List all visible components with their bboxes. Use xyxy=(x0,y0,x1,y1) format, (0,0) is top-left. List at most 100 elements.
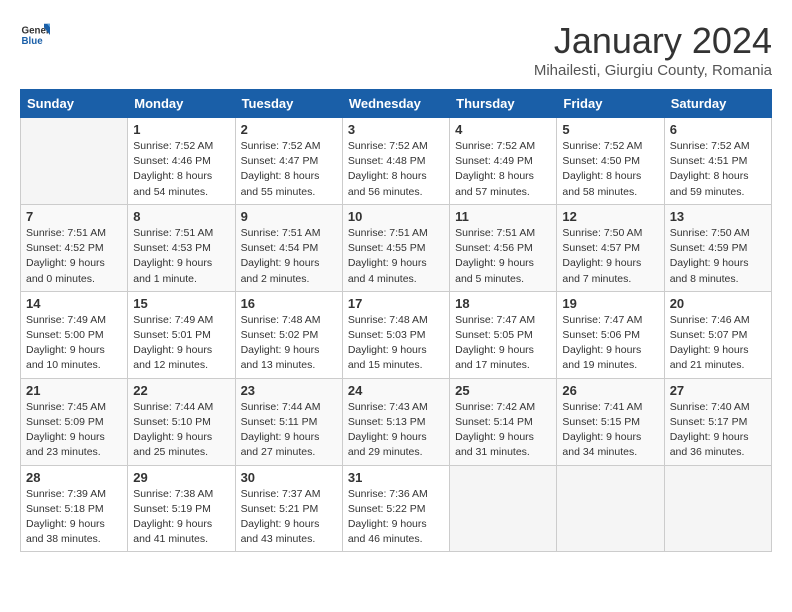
day-number: 25 xyxy=(455,383,551,398)
calendar-cell xyxy=(557,465,664,552)
calendar-cell: 10 Sunrise: 7:51 AM Sunset: 4:55 PM Dayli… xyxy=(342,204,449,291)
calendar-table: SundayMondayTuesdayWednesdayThursdayFrid… xyxy=(20,89,772,552)
logo: General Blue xyxy=(20,20,50,50)
day-number: 31 xyxy=(348,470,444,485)
day-info: Sunrise: 7:42 AM Sunset: 5:14 PM Dayligh… xyxy=(455,400,551,461)
day-number: 14 xyxy=(26,296,122,311)
page-header: General Blue January 2024 Mihailesti, Gi… xyxy=(20,20,772,79)
day-number: 26 xyxy=(562,383,658,398)
calendar-cell: 16Sunrise: 7:48 AM Sunset: 5:02 PM Dayli… xyxy=(235,291,342,378)
day-info: Sunrise: 7:52 AM Sunset: 4:50 PM Dayligh… xyxy=(562,139,658,200)
day-number: 3 xyxy=(348,122,444,137)
weekday-header: Wednesday xyxy=(342,90,449,118)
calendar-cell: 23 Sunrise: 7:44 AM Sunset: 5:11 PM Dayli… xyxy=(235,378,342,465)
calendar-cell: 24 Sunrise: 7:43 AM Sunset: 5:13 PM Dayli… xyxy=(342,378,449,465)
day-info: Sunrise: 7:44 AM Sunset: 5:11 PM Dayligh… xyxy=(241,400,337,461)
calendar-cell: 19 Sunrise: 7:47 AM Sunset: 5:06 PM Dayli… xyxy=(557,291,664,378)
day-number: 9 xyxy=(241,209,337,224)
day-number: 2 xyxy=(241,122,337,137)
calendar-cell: 31 Sunrise: 7:36 AM Sunset: 5:22 PM Dayli… xyxy=(342,465,449,552)
day-number: 11 xyxy=(455,209,551,224)
calendar-cell: 3 Sunrise: 7:52 AM Sunset: 4:48 PM Daylig… xyxy=(342,118,449,205)
month-title: January 2024 xyxy=(534,20,772,62)
day-number: 30 xyxy=(241,470,337,485)
day-number: 1 xyxy=(133,122,229,137)
weekday-header: Saturday xyxy=(664,90,771,118)
calendar-cell xyxy=(21,118,128,205)
day-info: Sunrise: 7:50 AM Sunset: 4:57 PM Dayligh… xyxy=(562,226,658,287)
day-info: Sunrise: 7:37 AM Sunset: 5:21 PM Dayligh… xyxy=(241,487,337,548)
day-number: 7 xyxy=(26,209,122,224)
day-info: Sunrise: 7:40 AM Sunset: 5:17 PM Dayligh… xyxy=(670,400,766,461)
day-info: Sunrise: 7:52 AM Sunset: 4:47 PM Dayligh… xyxy=(241,139,337,200)
day-number: 4 xyxy=(455,122,551,137)
svg-text:Blue: Blue xyxy=(22,36,44,47)
calendar-cell: 9Sunrise: 7:51 AM Sunset: 4:54 PM Daylig… xyxy=(235,204,342,291)
header-row: SundayMondayTuesdayWednesdayThursdayFrid… xyxy=(21,90,772,118)
day-info: Sunrise: 7:48 AM Sunset: 5:02 PM Dayligh… xyxy=(241,313,337,374)
calendar-cell: 18Sunrise: 7:47 AM Sunset: 5:05 PM Dayli… xyxy=(450,291,557,378)
day-number: 8 xyxy=(133,209,229,224)
day-number: 20 xyxy=(670,296,766,311)
day-info: Sunrise: 7:52 AM Sunset: 4:46 PM Dayligh… xyxy=(133,139,229,200)
calendar-cell: 7 Sunrise: 7:51 AM Sunset: 4:52 PM Daylig… xyxy=(21,204,128,291)
calendar-cell: 14 Sunrise: 7:49 AM Sunset: 5:00 PM Dayli… xyxy=(21,291,128,378)
logo-icon: General Blue xyxy=(20,20,50,50)
day-number: 17 xyxy=(348,296,444,311)
location-subtitle: Mihailesti, Giurgiu County, Romania xyxy=(534,62,772,79)
weekday-header: Tuesday xyxy=(235,90,342,118)
day-info: Sunrise: 7:46 AM Sunset: 5:07 PM Dayligh… xyxy=(670,313,766,374)
calendar-cell: 25 Sunrise: 7:42 AM Sunset: 5:14 PM Dayli… xyxy=(450,378,557,465)
day-number: 23 xyxy=(241,383,337,398)
calendar-week-row: 14 Sunrise: 7:49 AM Sunset: 5:00 PM Dayli… xyxy=(21,291,772,378)
calendar-cell: 12 Sunrise: 7:50 AM Sunset: 4:57 PM Dayli… xyxy=(557,204,664,291)
day-number: 22 xyxy=(133,383,229,398)
calendar-cell xyxy=(664,465,771,552)
calendar-cell: 6Sunrise: 7:52 AM Sunset: 4:51 PM Daylig… xyxy=(664,118,771,205)
day-info: Sunrise: 7:44 AM Sunset: 5:10 PM Dayligh… xyxy=(133,400,229,461)
day-number: 5 xyxy=(562,122,658,137)
day-info: Sunrise: 7:48 AM Sunset: 5:03 PM Dayligh… xyxy=(348,313,444,374)
day-info: Sunrise: 7:49 AM Sunset: 5:00 PM Dayligh… xyxy=(26,313,122,374)
calendar-cell: 4Sunrise: 7:52 AM Sunset: 4:49 PM Daylig… xyxy=(450,118,557,205)
calendar-cell: 20 Sunrise: 7:46 AM Sunset: 5:07 PM Dayli… xyxy=(664,291,771,378)
calendar-cell: 11Sunrise: 7:51 AM Sunset: 4:56 PM Dayli… xyxy=(450,204,557,291)
calendar-week-row: 1 Sunrise: 7:52 AM Sunset: 4:46 PM Daylig… xyxy=(21,118,772,205)
day-info: Sunrise: 7:43 AM Sunset: 5:13 PM Dayligh… xyxy=(348,400,444,461)
calendar-cell: 13 Sunrise: 7:50 AM Sunset: 4:59 PM Dayli… xyxy=(664,204,771,291)
title-block: January 2024 Mihailesti, Giurgiu County,… xyxy=(534,20,772,79)
day-number: 10 xyxy=(348,209,444,224)
day-number: 24 xyxy=(348,383,444,398)
weekday-header: Thursday xyxy=(450,90,557,118)
day-info: Sunrise: 7:51 AM Sunset: 4:55 PM Dayligh… xyxy=(348,226,444,287)
calendar-cell: 28Sunrise: 7:39 AM Sunset: 5:18 PM Dayli… xyxy=(21,465,128,552)
day-info: Sunrise: 7:49 AM Sunset: 5:01 PM Dayligh… xyxy=(133,313,229,374)
day-number: 28 xyxy=(26,470,122,485)
calendar-cell: 1 Sunrise: 7:52 AM Sunset: 4:46 PM Daylig… xyxy=(128,118,235,205)
day-info: Sunrise: 7:50 AM Sunset: 4:59 PM Dayligh… xyxy=(670,226,766,287)
day-number: 13 xyxy=(670,209,766,224)
day-number: 18 xyxy=(455,296,551,311)
day-info: Sunrise: 7:36 AM Sunset: 5:22 PM Dayligh… xyxy=(348,487,444,548)
day-info: Sunrise: 7:47 AM Sunset: 5:06 PM Dayligh… xyxy=(562,313,658,374)
day-number: 21 xyxy=(26,383,122,398)
day-info: Sunrise: 7:51 AM Sunset: 4:52 PM Dayligh… xyxy=(26,226,122,287)
calendar-cell: 29Sunrise: 7:38 AM Sunset: 5:19 PM Dayli… xyxy=(128,465,235,552)
calendar-cell: 5 Sunrise: 7:52 AM Sunset: 4:50 PM Daylig… xyxy=(557,118,664,205)
day-number: 6 xyxy=(670,122,766,137)
calendar-week-row: 21Sunrise: 7:45 AM Sunset: 5:09 PM Dayli… xyxy=(21,378,772,465)
calendar-cell: 22 Sunrise: 7:44 AM Sunset: 5:10 PM Dayli… xyxy=(128,378,235,465)
day-number: 12 xyxy=(562,209,658,224)
calendar-header: SundayMondayTuesdayWednesdayThursdayFrid… xyxy=(21,90,772,118)
day-number: 19 xyxy=(562,296,658,311)
day-number: 27 xyxy=(670,383,766,398)
calendar-cell: 17 Sunrise: 7:48 AM Sunset: 5:03 PM Dayli… xyxy=(342,291,449,378)
weekday-header: Friday xyxy=(557,90,664,118)
calendar-cell: 8Sunrise: 7:51 AM Sunset: 4:53 PM Daylig… xyxy=(128,204,235,291)
weekday-header: Sunday xyxy=(21,90,128,118)
calendar-cell: 2 Sunrise: 7:52 AM Sunset: 4:47 PM Daylig… xyxy=(235,118,342,205)
day-info: Sunrise: 7:52 AM Sunset: 4:48 PM Dayligh… xyxy=(348,139,444,200)
day-number: 15 xyxy=(133,296,229,311)
calendar-body: 1 Sunrise: 7:52 AM Sunset: 4:46 PM Daylig… xyxy=(21,118,772,552)
day-info: Sunrise: 7:41 AM Sunset: 5:15 PM Dayligh… xyxy=(562,400,658,461)
